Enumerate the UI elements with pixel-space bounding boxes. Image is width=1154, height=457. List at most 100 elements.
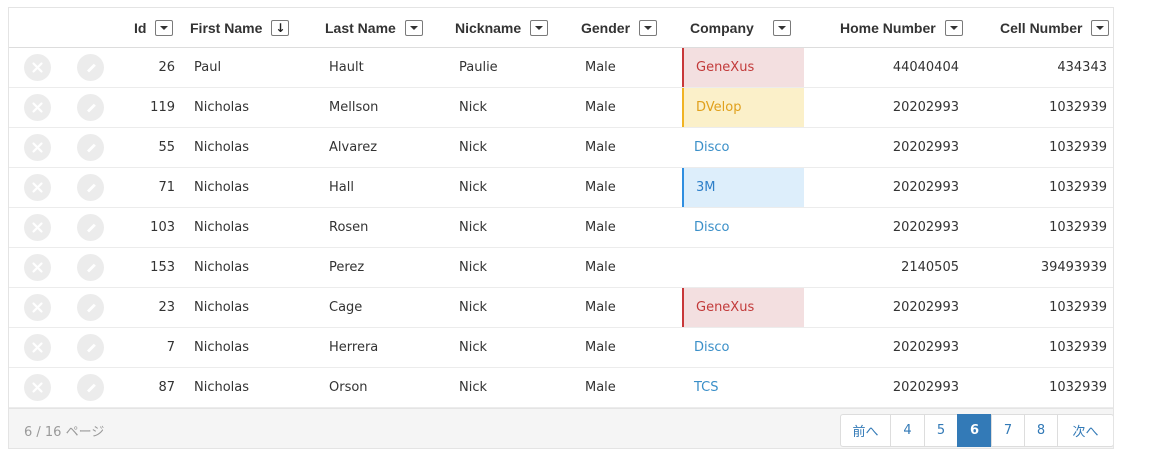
- cell-home-number: 20202993: [892, 100, 959, 115]
- edit-row-button[interactable]: [77, 334, 104, 361]
- prev-page-button[interactable]: 前へ: [840, 414, 891, 447]
- page-button-5[interactable]: 5: [924, 414, 958, 447]
- edit-row-button[interactable]: [77, 214, 104, 241]
- delete-row-button[interactable]: [24, 54, 51, 81]
- edit-row-button[interactable]: [77, 134, 104, 161]
- column-menu-button[interactable]: [1091, 20, 1110, 36]
- cell-first-name: Nicholas: [194, 220, 250, 235]
- column-header-home-number[interactable]: Home Number: [840, 8, 963, 48]
- column-menu-button[interactable]: [155, 20, 174, 36]
- cell-gender: Male: [585, 300, 616, 315]
- chevron-down-icon: [535, 26, 544, 30]
- company-link[interactable]: Disco: [694, 140, 730, 155]
- cell-home-number: 20202993: [892, 300, 959, 315]
- delete-row-button[interactable]: [24, 174, 51, 201]
- table-row[interactable]: 119 Nicholas Mellson Nick Male DVelop 20202993…: [9, 88, 1113, 128]
- table-row[interactable]: 153 Nicholas Perez Nick Male 2140505 39493939: [9, 248, 1113, 288]
- column-menu-button[interactable]: [530, 20, 549, 36]
- edit-row-button[interactable]: [77, 294, 104, 321]
- cell-nickname: Nick: [459, 300, 488, 315]
- column-label: Nickname: [455, 20, 522, 36]
- table-row[interactable]: 87 Nicholas Orson Nick Male TCS 20202993 103293…: [9, 368, 1113, 408]
- delete-row-button[interactable]: [24, 94, 51, 121]
- company-link[interactable]: Disco: [694, 220, 730, 235]
- cell-id: 26: [158, 60, 175, 75]
- page-button-7[interactable]: 7: [991, 414, 1025, 447]
- cell-nickname: Nick: [459, 180, 488, 195]
- cell-home-number: 20202993: [892, 140, 959, 155]
- company-link[interactable]: Disco: [694, 340, 730, 355]
- column-header-nickname[interactable]: Nickname: [455, 8, 549, 48]
- grid-header: Id First Name ↓ Last Name Nickname Gende…: [9, 8, 1113, 48]
- cell-last-name: Cage: [329, 300, 363, 315]
- edit-row-button[interactable]: [77, 94, 104, 121]
- column-header-id[interactable]: Id: [134, 8, 174, 48]
- page-button-4[interactable]: 4: [890, 414, 925, 447]
- cell-id: 119: [150, 100, 175, 115]
- cell-cell-number: 434343: [1057, 60, 1107, 75]
- close-icon: [31, 181, 44, 194]
- cell-company: GeneXus: [682, 288, 804, 327]
- cell-first-name: Nicholas: [194, 300, 250, 315]
- cell-id: 23: [158, 300, 175, 315]
- delete-row-button[interactable]: [24, 294, 51, 321]
- column-label: Id: [134, 20, 147, 36]
- table-row[interactable]: 103 Nicholas Rosen Nick Male Disco 20202993 103…: [9, 208, 1113, 248]
- delete-row-button[interactable]: [24, 254, 51, 281]
- sort-button[interactable]: ↓: [271, 20, 290, 36]
- close-icon: [31, 261, 44, 274]
- cell-id: 103: [150, 220, 175, 235]
- company-link[interactable]: GeneXus: [696, 300, 754, 315]
- cell-home-number: 20202993: [892, 220, 959, 235]
- table-row[interactable]: 7 Nicholas Herrera Nick Male Disco 20202993 103…: [9, 328, 1113, 368]
- cell-company: DVelop: [682, 88, 804, 127]
- table-row[interactable]: 71 Nicholas Hall Nick Male 3M 20202993 1032939: [9, 168, 1113, 208]
- cell-cell-number: 1032939: [1049, 100, 1107, 115]
- column-header-company[interactable]: Company: [690, 8, 791, 48]
- edit-row-button[interactable]: [77, 54, 104, 81]
- next-page-button[interactable]: 次へ: [1057, 414, 1113, 447]
- delete-row-button[interactable]: [24, 334, 51, 361]
- cell-home-number: 20202993: [892, 340, 959, 355]
- cell-last-name: Perez: [329, 260, 365, 275]
- eraser-icon: [84, 221, 98, 235]
- cell-id: 55: [158, 140, 175, 155]
- edit-row-button[interactable]: [77, 374, 104, 401]
- company-link[interactable]: TCS: [694, 380, 719, 395]
- column-header-first-name[interactable]: First Name ↓: [190, 8, 290, 48]
- chevron-down-icon: [949, 26, 958, 30]
- close-icon: [31, 141, 44, 154]
- table-row[interactable]: 55 Nicholas Alvarez Nick Male Disco 20202993 10…: [9, 128, 1113, 168]
- cell-company: Disco: [682, 128, 804, 167]
- company-link[interactable]: DVelop: [696, 100, 741, 115]
- column-menu-button[interactable]: [772, 20, 791, 36]
- cell-cell-number: 1032939: [1049, 180, 1107, 195]
- edit-row-button[interactable]: [77, 174, 104, 201]
- chevron-down-icon: [409, 26, 418, 30]
- company-link[interactable]: GeneXus: [696, 60, 754, 75]
- cell-cell-number: 1032939: [1049, 380, 1107, 395]
- table-row[interactable]: 26 Paul Hault Paulie Male GeneXus 44040404 4343…: [9, 48, 1113, 88]
- cell-last-name: Rosen: [329, 220, 369, 235]
- delete-row-button[interactable]: [24, 214, 51, 241]
- cell-gender: Male: [585, 380, 616, 395]
- delete-row-button[interactable]: [24, 374, 51, 401]
- table-row[interactable]: 23 Nicholas Cage Nick Male GeneXus 20202993 103…: [9, 288, 1113, 328]
- page-button-6[interactable]: 6: [957, 414, 992, 447]
- cell-company: 3M: [682, 168, 804, 207]
- column-label: Cell Number: [1000, 20, 1083, 36]
- delete-row-button[interactable]: [24, 134, 51, 161]
- column-header-cell-number[interactable]: Cell Number: [1000, 8, 1110, 48]
- column-menu-button[interactable]: [944, 20, 963, 36]
- page-button-8[interactable]: 8: [1024, 414, 1058, 447]
- edit-row-button[interactable]: [77, 254, 104, 281]
- column-header-gender[interactable]: Gender: [581, 8, 658, 48]
- column-menu-button[interactable]: [404, 20, 423, 36]
- cell-last-name: Orson: [329, 380, 368, 395]
- cell-cell-number: 1032939: [1049, 140, 1107, 155]
- column-menu-button[interactable]: [639, 20, 658, 36]
- column-header-last-name[interactable]: Last Name: [325, 8, 423, 48]
- company-link[interactable]: 3M: [696, 180, 716, 195]
- eraser-icon: [84, 301, 98, 315]
- cell-nickname: Nick: [459, 380, 488, 395]
